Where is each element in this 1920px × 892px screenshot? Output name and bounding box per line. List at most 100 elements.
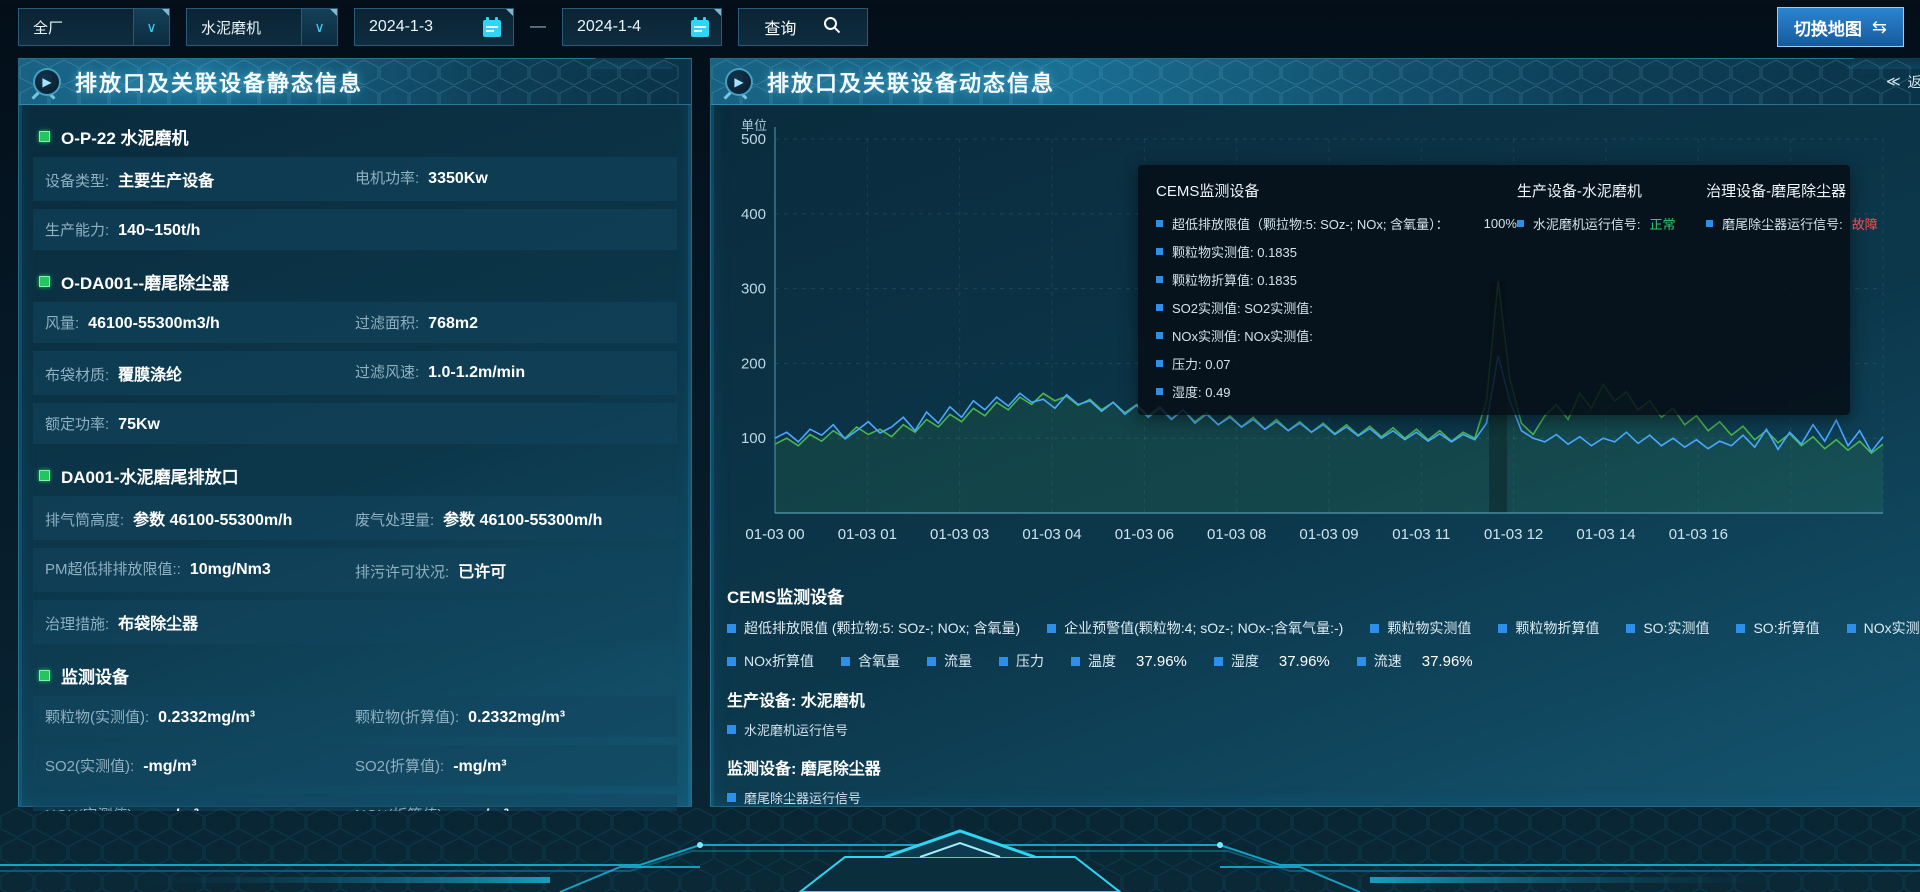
info-cell: PM超低排排放限值::10mg/Nm3 — [45, 558, 355, 582]
end-date-input[interactable]: 2024-1-4 — [562, 8, 722, 46]
info-value: 3350Kw — [428, 170, 488, 188]
legend-item[interactable]: NOx折算值 — [727, 651, 814, 671]
section-title: 监测设备 — [31, 652, 679, 696]
legend-item[interactable]: 湿度37.96% — [1214, 651, 1330, 671]
calendar-icon[interactable] — [471, 9, 513, 45]
legend-item[interactable]: 流量 — [927, 651, 972, 671]
legend-item[interactable]: 企业预警值(颗粒物:4; sOz-; NOx-;含氧气量:-) — [1047, 618, 1343, 638]
back-button[interactable]: ≪ 返回 — [1886, 72, 1920, 92]
plant-select[interactable]: 全厂 ∨ — [18, 8, 170, 46]
legend-item-label: NOx折算值 — [744, 651, 814, 671]
chart-unit-label: 单位 — [741, 115, 767, 134]
info-cell: 废气处理量:参数 46100-55300m/h — [355, 506, 665, 530]
section-title: O-P-22 水泥磨机 — [31, 113, 679, 157]
blue-square-icon — [1357, 657, 1366, 666]
start-date-input[interactable]: 2024-1-3 — [354, 8, 514, 46]
blue-square-icon — [1156, 360, 1163, 367]
section-title: O-DA001--磨尾除尘器 — [31, 258, 679, 302]
query-button[interactable]: 查询 — [738, 8, 868, 46]
swap-arrows-icon: ⇆ — [1872, 17, 1887, 38]
tooltip-column: 生产设备-水泥磨机水泥磨机运行信号:正常 — [1517, 180, 1706, 400]
info-value: -mg/m³ — [453, 758, 506, 776]
blue-square-icon — [1498, 624, 1507, 633]
blue-square-icon — [1626, 624, 1635, 633]
info-label: SO2(折算值): — [355, 755, 444, 776]
legend-section-title: CEMS监测设备 — [727, 583, 1920, 608]
blue-square-icon — [999, 657, 1008, 666]
info-label: 过滤面积: — [355, 312, 419, 333]
info-label: 风量: — [45, 312, 79, 333]
info-label: PM超低排排放限值:: — [45, 558, 181, 579]
section-title-text: 监测设备 — [61, 663, 129, 688]
legend-item-label: 流速 — [1374, 651, 1402, 671]
section-title-text: DA001-水泥磨尾排放口 — [61, 463, 239, 488]
section-title: DA001-水泥磨尾排放口 — [31, 452, 679, 496]
info-cell: SO2(实测值):-mg/m³ — [45, 755, 355, 776]
info-cell: 设备类型:主要生产设备 — [45, 167, 355, 191]
blue-square-icon — [1071, 657, 1080, 666]
emissions-line-chart[interactable]: 单位 10020030040050001-03 0001-03 0101-03 … — [723, 109, 1920, 575]
info-label: 排气筒高度: — [45, 509, 124, 530]
tooltip-row-value: 故障 — [1852, 214, 1878, 233]
svg-text:100: 100 — [741, 430, 766, 447]
info-value: 10mg/Nm3 — [190, 561, 271, 579]
tooltip-column: 治理设备-磨尾除尘器磨尾除尘器运行信号:故障 — [1706, 180, 1878, 400]
start-date-value: 2024-1-3 — [369, 18, 433, 36]
legend-item-label: 温度 — [1088, 651, 1116, 671]
legend-item[interactable]: 颗粒物实测值 — [1370, 618, 1471, 638]
tooltip-row-value: 100% — [1484, 216, 1517, 231]
info-label: 电机功率: — [355, 167, 419, 188]
svg-text:01-03 09: 01-03 09 — [1299, 526, 1358, 543]
blue-square-icon — [1736, 624, 1745, 633]
info-row: 排气筒高度:参数 46100-55300m/h废气处理量:参数 46100-55… — [33, 496, 677, 540]
info-value: -mg/m³ — [146, 807, 199, 811]
info-label: 颗粒物(折算值): — [355, 706, 459, 727]
dynamic-info-body: 单位 10020030040050001-03 0001-03 0101-03 … — [711, 105, 1920, 811]
legend-item-label: 颗粒物实测值 — [1387, 618, 1471, 638]
legend-item-label: 含氧量 — [858, 651, 900, 671]
info-label: 过滤风速: — [355, 361, 419, 382]
legend-item[interactable]: NOx实测值 — [1847, 618, 1920, 638]
device-select[interactable]: 水泥磨机 ∨ — [186, 8, 338, 46]
info-value: 768m2 — [428, 315, 478, 333]
info-label: 排污许可状况: — [355, 561, 449, 582]
legend-item[interactable]: 水泥磨机运行信号 — [727, 720, 1920, 739]
info-value: 75Kw — [118, 416, 160, 434]
static-info-panel: ▶ 排放口及关联设备静态信息 O-P-22 水泥磨机设备类型:主要生产设备电机功… — [18, 58, 692, 807]
info-row: NOX(实测值):-mg/m³NOX(折算值):-mg/m³ — [33, 794, 677, 811]
legend-item-label: SO:折算值 — [1753, 618, 1819, 638]
legend-item[interactable]: 颗粒物折算值 — [1498, 618, 1599, 638]
legend-item[interactable]: 温度37.96% — [1071, 651, 1187, 671]
chevron-down-icon[interactable]: ∨ — [133, 9, 169, 45]
legend-item[interactable]: 含氧量 — [841, 651, 900, 671]
legend-item[interactable]: 超低排放限值 (颗拉物:5: SOz-; NOx; 含氧量) — [727, 618, 1020, 638]
info-label: 治理措施: — [45, 613, 109, 634]
legend-item-value: 37.96% — [1422, 653, 1473, 670]
chevron-down-icon[interactable]: ∨ — [301, 9, 337, 45]
blue-square-icon — [1156, 388, 1163, 395]
legend-item[interactable]: SO:折算值 — [1736, 618, 1819, 638]
info-value: 主要生产设备 — [118, 167, 214, 191]
tooltip-row-label: 颗粒物折算值: 0.1835 — [1172, 270, 1297, 289]
info-label: 废气处理量: — [355, 509, 434, 530]
legend-item[interactable]: SO:实测值 — [1626, 618, 1709, 638]
tooltip-row-label: 磨尾除尘器运行信号: — [1722, 214, 1843, 233]
svg-text:01-03 14: 01-03 14 — [1576, 526, 1635, 543]
blue-square-icon — [1156, 332, 1163, 339]
tooltip-row-label: 压力: 0.07 — [1172, 354, 1231, 373]
info-cell: 电机功率: 3350Kw — [355, 167, 665, 191]
legend-item[interactable]: 压力 — [999, 651, 1044, 671]
svg-text:400: 400 — [741, 206, 766, 223]
tooltip-column: CEMS监测设备超低排放限值（颗拉物:5: SOz-; NOx; 含氧量）：10… — [1156, 180, 1517, 400]
svg-text:01-03 01: 01-03 01 — [838, 526, 897, 543]
legend-item[interactable]: 流速 37.96% — [1357, 651, 1473, 671]
info-label: 布袋材质: — [45, 364, 109, 385]
dynamic-panel-title: 排放口及关联设备动态信息 — [767, 66, 1055, 98]
calendar-icon[interactable] — [679, 9, 721, 45]
switch-map-button[interactable]: 切换地图 ⇆ — [1777, 7, 1904, 47]
info-value: 140~150t/h — [118, 222, 200, 240]
legend-item[interactable]: 磨尾除尘器运行信号 — [727, 788, 1920, 807]
info-row: SO2(实测值):-mg/m³SO2(折算值): -mg/m³ — [33, 745, 677, 786]
blue-square-icon — [1517, 220, 1524, 227]
section-title-text: O-P-22 水泥磨机 — [61, 124, 189, 149]
